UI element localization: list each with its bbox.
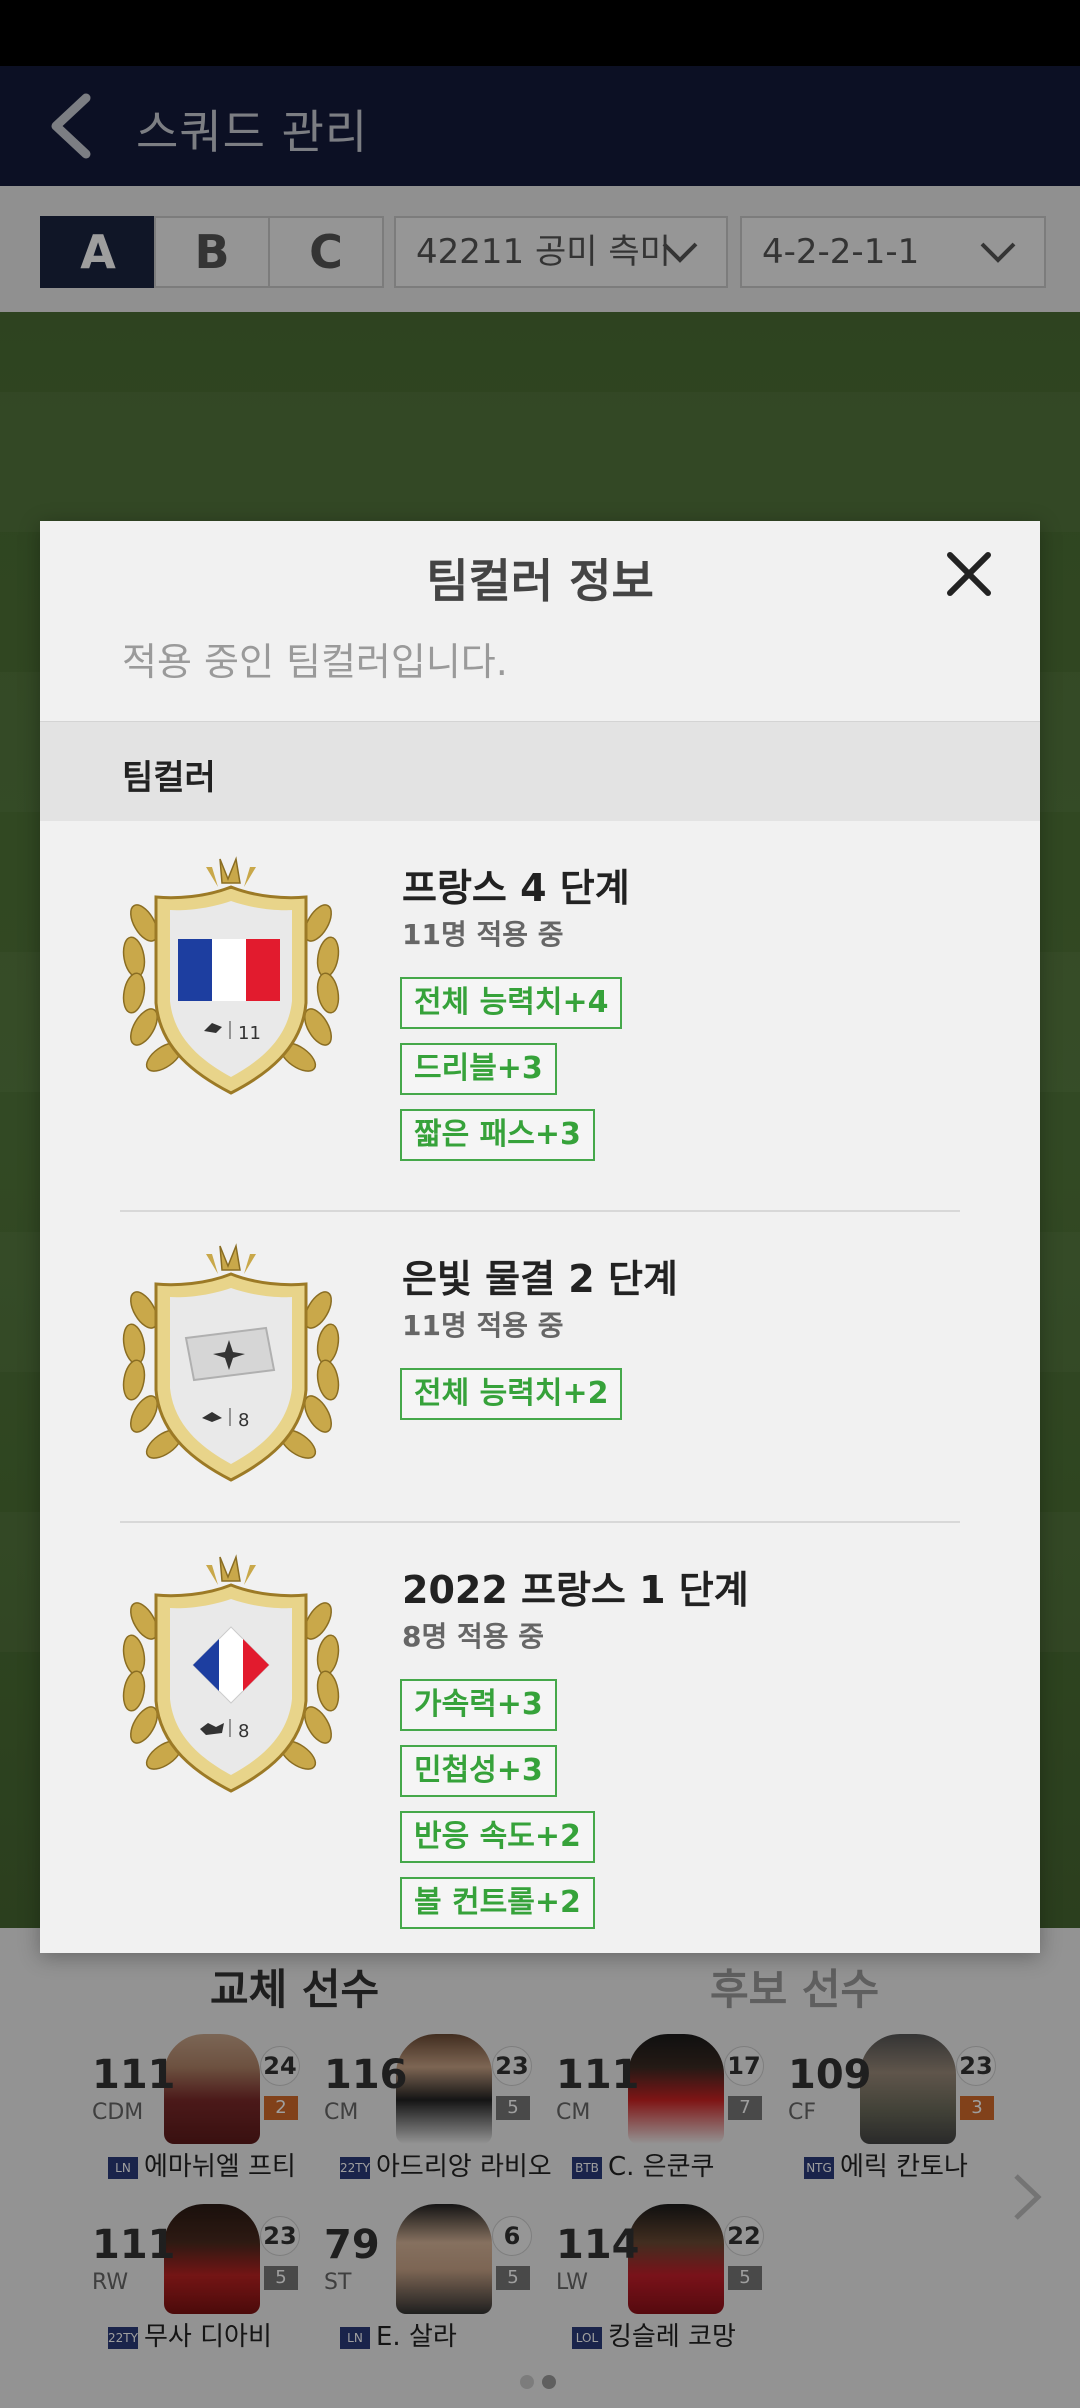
team-color-name: 프랑스 4 단계 [402,866,630,910]
team-color-item: 8 2022 프랑스 1 단계 8명 적용 중 가속력+3 민첩성+3 반응 속… [40,1523,1040,1953]
stat-boost-tag: 드리블+3 [400,1043,557,1095]
badge-count: 8 [238,1410,249,1431]
team-color-count: 11명 적용 중 [402,918,564,951]
stat-boost-tag: 민첩성+3 [400,1745,557,1797]
stat-boost-tag: 반응 속도+2 [400,1811,595,1863]
stat-boost-tag: 전체 능력치+4 [400,977,623,1029]
close-icon[interactable] [936,541,1002,607]
team-color-dialog: 팀컬러 정보 적용 중인 팀컬러입니다. 팀컬러 11 프랑스 4 단계 11명… [40,521,1040,1953]
team-color-badge-icon: 11 [122,856,340,1095]
team-color-count: 8명 적용 중 [402,1620,545,1653]
dialog-subtitle: 적용 중인 팀컬러입니다. [122,640,508,684]
stat-boost-tag: 짧은 패스+3 [400,1109,595,1161]
dialog-title: 팀컬러 정보 [426,554,654,608]
badge-count: 8 [238,1721,249,1742]
team-color-badge-icon: 8 [122,1243,340,1482]
team-color-item: 11 프랑스 4 단계 11명 적용 중 전체 능력치+4 드리블+3 짧은 패… [40,821,1040,1211]
team-color-badge-icon: 8 [122,1554,340,1793]
stat-boost-tag: 전체 능력치+2 [400,1368,623,1420]
team-color-count: 11명 적용 중 [402,1309,564,1342]
stat-boost-tag: 볼 컨트롤+2 [400,1877,595,1929]
team-color-name: 은빛 물결 2 단계 [402,1257,678,1301]
section-header: 팀컬러 [40,721,1040,821]
team-color-list[interactable]: 11 프랑스 4 단계 11명 적용 중 전체 능력치+4 드리블+3 짧은 패… [40,821,1040,1953]
badge-count: 11 [238,1023,261,1044]
team-color-name: 2022 프랑스 1 단계 [402,1568,749,1612]
team-color-item: 8 은빛 물결 2 단계 11명 적용 중 전체 능력치+2 [40,1212,1040,1522]
stat-boost-tag: 가속력+3 [400,1679,557,1731]
section-label: 팀컬러 [122,758,216,798]
